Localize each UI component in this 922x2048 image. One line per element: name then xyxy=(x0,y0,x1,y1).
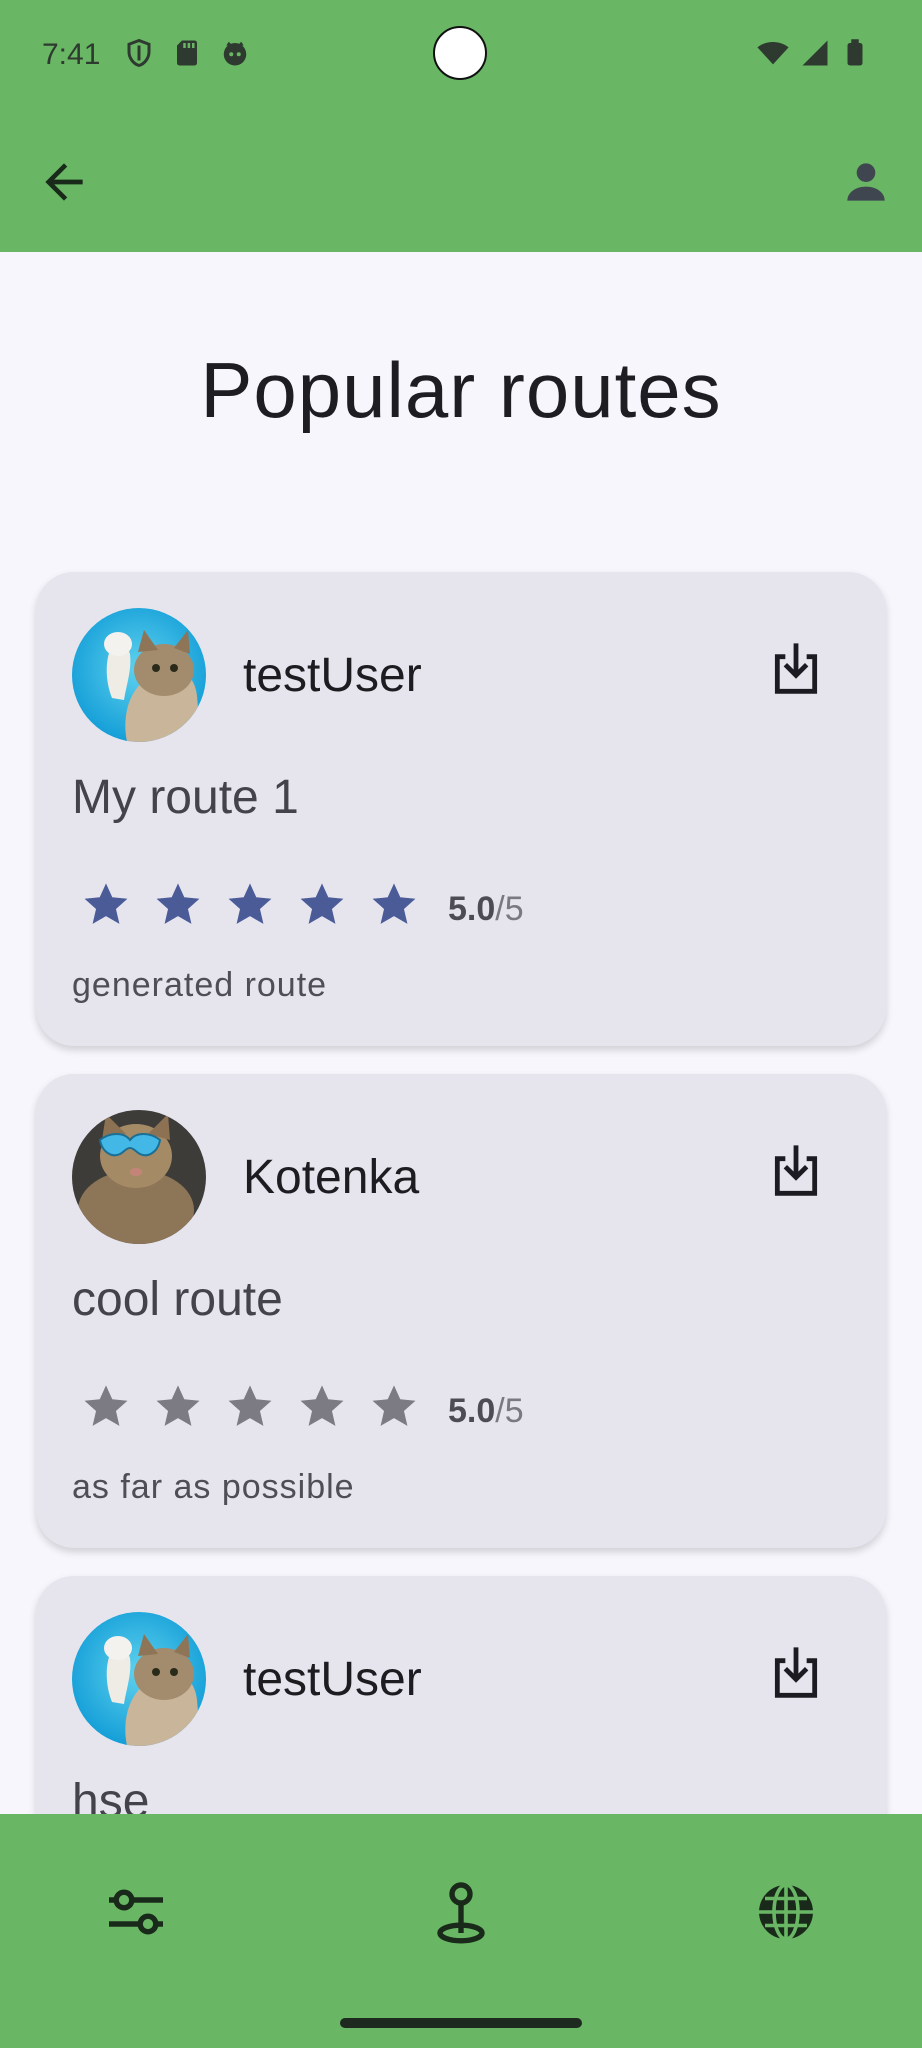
route-title: hse xyxy=(72,1775,150,1814)
star-icon[interactable] xyxy=(224,1380,276,1432)
rating-value: 5.0 xyxy=(448,1392,496,1430)
status-icons-right xyxy=(756,36,870,70)
signal-icon xyxy=(802,40,828,66)
profile-button[interactable] xyxy=(838,154,894,210)
app-bar xyxy=(0,110,922,252)
route-list[interactable]: Popular routes testUser My route 1 5.0/5… xyxy=(0,252,922,1814)
battery-icon xyxy=(847,39,863,66)
globe-icon xyxy=(759,1883,813,1941)
avatar xyxy=(72,608,206,742)
nav-map[interactable] xyxy=(425,1876,497,1948)
shield-icon xyxy=(124,38,154,68)
home-indicator[interactable] xyxy=(340,2018,582,2028)
star-icon[interactable] xyxy=(368,1380,420,1432)
route-description: as far as possible xyxy=(72,1468,355,1506)
sliders-icon xyxy=(109,1889,163,1935)
cat-waving-avatar xyxy=(72,608,206,742)
download-button[interactable] xyxy=(764,1642,828,1706)
download-button[interactable] xyxy=(764,638,828,702)
download-icon xyxy=(774,1647,818,1698)
route-description: generated route xyxy=(72,966,328,1004)
route-title: My route 1 xyxy=(72,771,299,824)
star-icon[interactable] xyxy=(80,878,132,930)
sd-card-icon xyxy=(172,38,202,68)
route-title: cool route xyxy=(72,1273,283,1326)
camera-cutout xyxy=(433,26,487,80)
wifi-icon xyxy=(757,42,789,65)
username: testUser xyxy=(243,649,422,702)
star-icon[interactable] xyxy=(368,878,420,930)
page-title: Popular routes xyxy=(200,346,722,434)
rating-text: 5.0/5 xyxy=(448,1392,524,1431)
bottom-navigation xyxy=(0,1814,922,2048)
cat-waving-avatar xyxy=(72,1612,206,1746)
rating-max: /5 xyxy=(495,890,524,928)
star-icon[interactable] xyxy=(224,878,276,930)
star-icon[interactable] xyxy=(152,1380,204,1432)
download-icon xyxy=(774,1145,818,1196)
nav-globe[interactable] xyxy=(750,1876,822,1948)
person-icon xyxy=(847,163,885,201)
avatar xyxy=(72,1110,206,1244)
nav-filters[interactable] xyxy=(100,1876,172,1948)
rating-value: 5.0 xyxy=(448,890,496,928)
route-card[interactable]: Kotenka cool route 5.0/5 as far as possi… xyxy=(36,1074,886,1548)
username: testUser xyxy=(243,1653,422,1706)
status-icons-left xyxy=(124,38,250,68)
download-icon xyxy=(774,643,818,694)
avatar xyxy=(72,1612,206,1746)
star-icon[interactable] xyxy=(296,1380,348,1432)
rating-max: /5 xyxy=(495,1392,524,1430)
rating-stars[interactable] xyxy=(80,1380,420,1432)
arrow-back-icon xyxy=(45,163,83,201)
rating-stars[interactable] xyxy=(80,878,420,930)
route-card[interactable]: testUser hse xyxy=(36,1576,886,1814)
status-bar: 7:41 xyxy=(0,0,922,110)
rating-text: 5.0/5 xyxy=(448,890,524,929)
status-time: 7:41 xyxy=(42,38,101,71)
back-button[interactable] xyxy=(36,154,92,210)
face-icon xyxy=(220,38,250,68)
username: Kotenka xyxy=(243,1151,420,1204)
location-pin-icon xyxy=(437,1882,485,1944)
star-icon[interactable] xyxy=(80,1380,132,1432)
star-icon[interactable] xyxy=(152,878,204,930)
route-card[interactable]: testUser My route 1 5.0/5 generated rout… xyxy=(36,572,886,1046)
download-button[interactable] xyxy=(764,1140,828,1204)
cat-sunglasses-avatar xyxy=(72,1110,206,1244)
star-icon[interactable] xyxy=(296,878,348,930)
